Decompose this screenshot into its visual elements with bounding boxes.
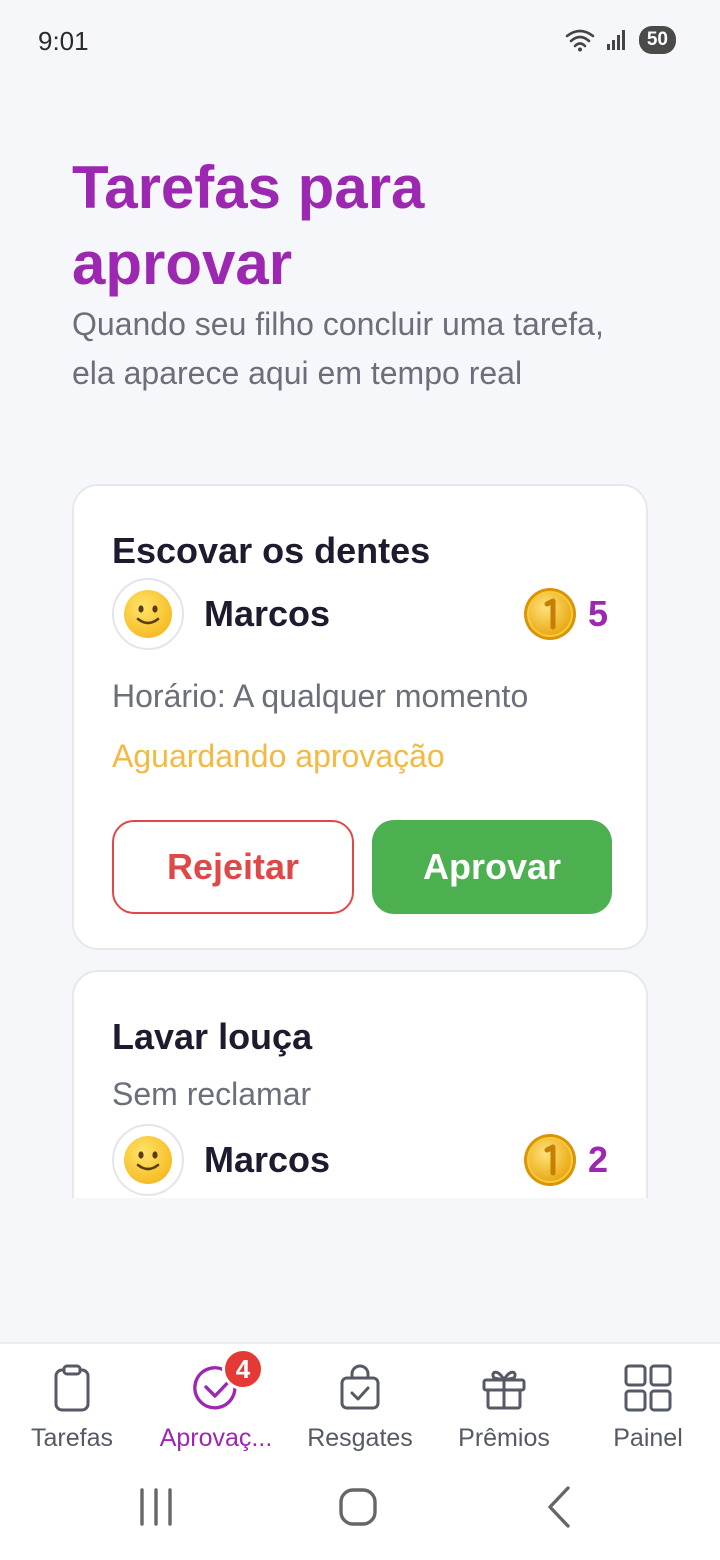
task-description: Sem reclamar	[112, 1076, 312, 1112]
battery-indicator: 50	[638, 26, 676, 54]
avatar	[112, 1124, 184, 1196]
nav-label: Aprovaç...	[159, 1424, 273, 1452]
task-list[interactable]: Escovar os dentes Marcos 5 Horário: A qu…	[0, 484, 720, 1198]
status-bar: 9:01 50	[0, 0, 720, 84]
points: 5	[522, 586, 608, 642]
page-subtitle: Quando seu filho concluir uma tarefa, el…	[72, 306, 604, 391]
task-title: Escovar os dentes	[112, 530, 431, 571]
nav-tab-painel[interactable]: Painel	[576, 1344, 720, 1462]
child-name: Marcos	[204, 1139, 331, 1180]
child-row: Marcos 2	[112, 1124, 608, 1196]
nav-tab-resgates[interactable]: Resgates	[288, 1344, 432, 1462]
nav-label: Tarefas	[31, 1424, 113, 1452]
nav-label: Painel	[613, 1424, 683, 1452]
task-title: Lavar louça	[112, 1016, 313, 1057]
smiley-face-icon	[124, 1136, 172, 1184]
points-value: 5	[587, 593, 608, 634]
task-card: Lavar louça Sem reclamar Marcos 2	[72, 970, 648, 1198]
nav-tab-premios[interactable]: Prêmios	[432, 1344, 576, 1462]
wifi-icon	[565, 29, 595, 52]
bottom-navigation: Tarefas 4 Aprovaç... Resgates Prêmios Pa…	[0, 1342, 720, 1460]
system-navigation-bar	[0, 1460, 720, 1560]
gift-icon	[482, 1370, 526, 1410]
nav-tab-aprovacoes[interactable]: 4 Aprovaç...	[144, 1344, 288, 1462]
approve-button[interactable]: Aprovar	[372, 820, 612, 914]
notification-badge: 4	[222, 1348, 264, 1390]
back-icon[interactable]	[530, 1482, 590, 1532]
task-card: Escovar os dentes Marcos 5 Horário: A qu…	[72, 484, 648, 950]
approvals-screen: 9:01 50 Tarefas para aprovar Quando seu …	[0, 0, 720, 1560]
nav-tab-tarefas[interactable]: Tarefas	[0, 1344, 144, 1462]
child-name: Marcos	[204, 593, 331, 634]
page-title: Tarefas para aprovar	[72, 154, 425, 297]
nav-label: Resgates	[307, 1424, 413, 1452]
clipboard-icon	[54, 1364, 90, 1412]
child-row: Marcos 5	[112, 578, 608, 650]
reject-button[interactable]: Rejeitar	[112, 820, 354, 914]
grid-icon	[624, 1364, 672, 1412]
task-schedule: Horário: A qualquer momento	[112, 678, 529, 714]
points-value: 2	[587, 1139, 608, 1180]
coin-icon	[523, 1134, 576, 1186]
recent-apps-icon[interactable]	[126, 1482, 186, 1532]
home-icon[interactable]	[328, 1482, 388, 1532]
avatar	[112, 578, 184, 650]
nav-label: Prêmios	[458, 1424, 550, 1452]
status-time: 9:01	[38, 26, 89, 56]
bag-check-icon	[340, 1364, 380, 1410]
coin-icon	[523, 588, 576, 640]
status-icons: 50	[565, 26, 676, 54]
smiley-face-icon	[124, 590, 172, 638]
signal-icon	[606, 30, 625, 50]
task-status: Aguardando aprovação	[112, 738, 445, 774]
points: 2	[522, 1132, 608, 1188]
